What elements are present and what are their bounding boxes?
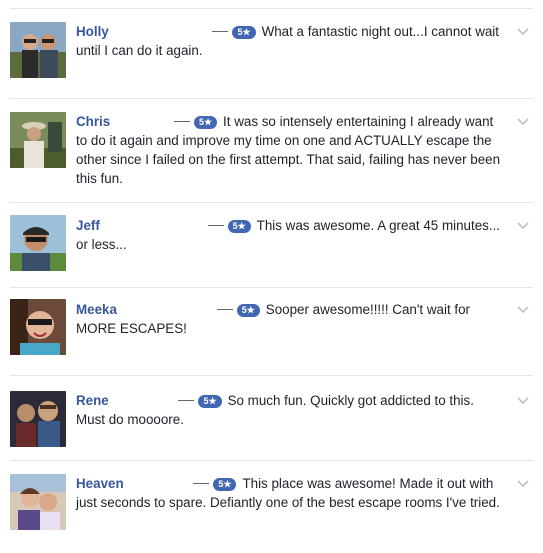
review-item: Jeff 5★ This was awesome. A great 45 minu… bbox=[10, 202, 533, 284]
reviewer-name[interactable]: Holly bbox=[76, 24, 109, 39]
review-text: Sooper awesome!!!!! Can't wait for MORE … bbox=[76, 302, 471, 336]
divider bbox=[10, 202, 533, 203]
dash-separator bbox=[212, 30, 229, 32]
review-text: This place was awesome! Made it out with… bbox=[76, 476, 500, 510]
reviewer-name[interactable]: Rene bbox=[76, 393, 109, 408]
review-content: Meeka 5★ Sooper awesome!!!!! Can't wait f… bbox=[76, 300, 506, 338]
rating-badge: 5★ bbox=[227, 220, 251, 233]
reviewer-name[interactable]: Heaven bbox=[76, 476, 124, 491]
avatar[interactable] bbox=[10, 474, 66, 530]
avatar[interactable] bbox=[10, 22, 66, 78]
review-text: This was awesome. A great 45 minutes... … bbox=[76, 218, 501, 252]
divider bbox=[10, 8, 533, 9]
divider bbox=[10, 287, 533, 288]
divider bbox=[10, 460, 533, 461]
review-item: Heaven 5★ This place was awesome! Made it… bbox=[10, 460, 533, 553]
reviewer-name[interactable]: Meeka bbox=[76, 302, 117, 317]
rating-badge: 5★ bbox=[232, 26, 256, 39]
rating-badge: 5★ bbox=[213, 478, 237, 491]
rating-badge: 5★ bbox=[193, 116, 218, 129]
review-item: Holly 5★ What a fantastic night out...I c… bbox=[10, 8, 533, 90]
review-text: So much fun. Quickly got addicted to thi… bbox=[76, 393, 474, 427]
review-item: Chris 5★ It was so intensely entertaining… bbox=[10, 98, 533, 200]
review-content: Rene 5★ So much fun. Quickly got addicted… bbox=[76, 391, 506, 429]
review-content: Heaven 5★ This place was awesome! Made it… bbox=[76, 474, 506, 512]
review-item: Meeka 5★ Sooper awesome!!!!! Can't wait f… bbox=[10, 287, 533, 369]
review-content: Jeff 5★ This was awesome. A great 45 minu… bbox=[76, 216, 506, 254]
chevron-down-icon[interactable] bbox=[517, 27, 529, 37]
reviewer-name[interactable]: Jeff bbox=[76, 218, 100, 233]
rating-badge: 5★ bbox=[236, 304, 260, 317]
reviewer-name[interactable]: Chris bbox=[76, 114, 110, 129]
chevron-down-icon[interactable] bbox=[517, 117, 529, 127]
chevron-down-icon[interactable] bbox=[517, 305, 529, 315]
avatar[interactable] bbox=[10, 112, 66, 168]
dash-separator bbox=[216, 308, 233, 310]
divider bbox=[10, 98, 533, 99]
dash-separator bbox=[207, 224, 224, 226]
review-text: It was so intensely entertaining I alrea… bbox=[76, 114, 501, 186]
review-content: Holly 5★ What a fantastic night out...I c… bbox=[76, 22, 506, 60]
review-text: What a fantastic night out...I cannot wa… bbox=[76, 24, 500, 58]
dash-separator bbox=[178, 399, 195, 401]
rating-badge: 5★ bbox=[198, 395, 222, 408]
chevron-down-icon[interactable] bbox=[517, 479, 529, 489]
divider bbox=[10, 375, 533, 376]
chevron-down-icon[interactable] bbox=[517, 221, 529, 231]
review-content: Chris 5★ It was so intensely entertaining… bbox=[76, 112, 506, 188]
review-item: Rene 5★ So much fun. Quickly got addicted… bbox=[10, 375, 533, 457]
avatar[interactable] bbox=[10, 391, 66, 447]
dash-separator bbox=[173, 120, 190, 122]
chevron-down-icon[interactable] bbox=[517, 396, 529, 406]
avatar[interactable] bbox=[10, 215, 66, 271]
dash-separator bbox=[193, 482, 210, 484]
avatar[interactable] bbox=[10, 299, 66, 355]
